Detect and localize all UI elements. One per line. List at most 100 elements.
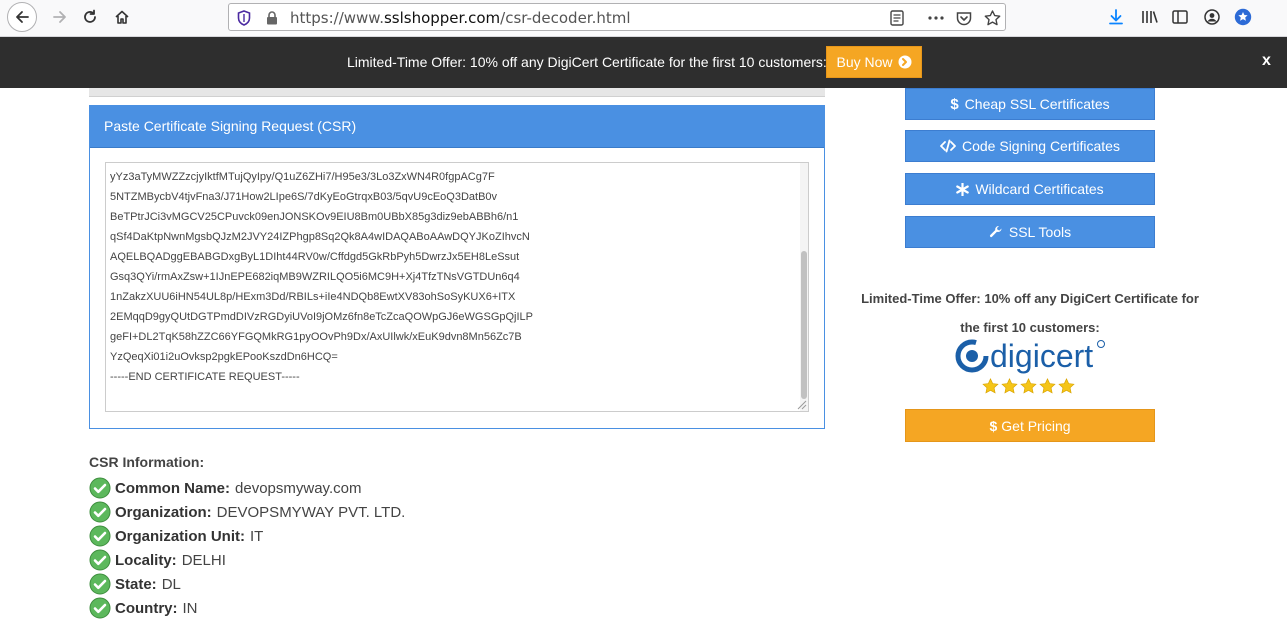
check-circle-icon [89,525,111,547]
csr-info-row: State: DL [89,572,181,596]
browser-toolbar: https://www.sslshopper.com/csr-decoder.h… [0,0,1287,37]
csr-info-row: Organization: DEVOPSMYWAY PVT. LTD. [89,500,405,524]
csr-text-lines: yYz3aTyMWZZzcjyIktfMTujQyIpy/Q1uZ6ZHi7/H… [110,169,533,389]
promo-close-button[interactable]: x [1262,52,1271,70]
url-prefix: https://www. [290,9,384,27]
arrow-right-icon [53,11,66,23]
reload-icon [84,9,96,23]
account-icon [1204,9,1220,25]
library-button[interactable] [1136,4,1164,30]
csr-info-value: devopsmyway.com [235,479,362,497]
digicert-logo[interactable]: digicert [954,336,1114,376]
downloads-button[interactable] [1102,4,1130,30]
lock-icon[interactable] [263,9,281,27]
csr-line: 2EMqqD9gyQUtDGTPmdDIVzRGDyiUVoI9jOMz6fn8… [110,311,534,323]
dollar-icon: $ [989,417,998,434]
sidebar-button[interactable]: $ Cheap SSL Certificates [905,88,1155,120]
check-circle-icon [89,549,111,571]
csr-info-value: DL [161,575,181,593]
csr-info-value: DEVOPSMYWAY PVT. LTD. [216,503,406,521]
wrench-icon [989,225,1003,239]
buy-now-label: Buy Now [836,54,893,70]
csr-info-row: Country: IN [89,596,198,620]
check-circle-icon [89,501,111,523]
url-bar[interactable]: https://www.sslshopper.com/csr-decoder.h… [228,3,1006,31]
tracking-protection-icon[interactable] [235,9,253,27]
promo-text: Limited-Time Offer: 10% off any DigiCert… [347,54,827,70]
sidebar-button-label: Cheap SSL Certificates [964,96,1110,112]
star-icon [1020,378,1037,394]
arrow-left-icon [16,11,29,23]
csr-info-value: IN [182,599,198,617]
promo-banner: Limited-Time Offer: 10% off any DigiCert… [0,37,1287,88]
sidebar-button-label: Wildcard Certificates [975,181,1104,197]
rating-stars [982,378,1075,395]
csr-info-key: Common Name: [115,479,231,497]
dollar-icon: $ [950,95,959,113]
sidebar-button-label: SSL Tools [1008,224,1072,240]
csr-panel: Paste Certificate Signing Request (CSR) … [89,105,825,429]
csr-line: geFI+DL2TqK58hZZC66YFGQMkRG1pyOOvPh9Dx/A… [110,331,522,343]
csr-info-value: DELHI [181,551,226,569]
get-pricing-label: Get Pricing [1001,417,1071,434]
csr-line: yYz3aTyMWZZzcjyIktfMTujQyIpy/Q1uZ6ZHi7/H… [110,171,495,183]
csr-panel-title: Paste Certificate Signing Request (CSR) [90,106,824,148]
back-button[interactable] [7,2,37,32]
home-icon [115,10,129,24]
star-icon [1039,378,1056,394]
check-circle-icon [89,573,111,595]
sidebar-button[interactable]: SSL Tools [905,216,1155,248]
csr-info-value: IT [250,527,264,545]
csr-info-key: Country: [115,599,178,617]
star-icon [1058,378,1075,394]
account-button[interactable] [1198,4,1226,30]
csr-line: YzQeqXi01i2uOvksp2pgkEPooKszdDn6HCQ= [110,351,338,363]
sidebar-button[interactable]: Code Signing Certificates [905,130,1155,162]
csr-info-key: State: [115,575,157,593]
csr-info-key: Organization: [115,503,212,521]
url-path: /csr-decoder.html [500,9,631,27]
reload-button[interactable] [76,4,104,30]
url-text[interactable]: https://www.sslshopper.com/csr-decoder.h… [290,9,631,27]
extension-button[interactable] [1229,4,1257,30]
sidebar-toggle-button[interactable] [1166,4,1194,30]
csr-info-key: Locality: [115,551,177,569]
star-icon [982,378,999,394]
sidebar-icon [1172,10,1188,24]
csr-line: 5NTZMBycbV4tjvFna3/J71How2LIpe6S/7dKyEoG… [110,191,498,203]
csr-scrollbar-thumb[interactable] [801,251,807,399]
arrow-circle-right-icon [898,55,912,69]
csr-line: Gsq3QYi/rmAxZsw+1IJnEPE682iqMB9WZRILQO5i… [110,271,520,283]
csr-line: 1nZakzXUU6iHN54UL8p/HExm3Dd/RBILs+iIe4ND… [110,291,516,303]
csr-line: -----END CERTIFICATE REQUEST----- [110,371,300,383]
forward-button[interactable] [46,4,74,30]
csr-line: BeTPtrJCi3vMGCV25CPuvck09enJONSKOv9EIU8B… [110,211,519,223]
page-actions-icon[interactable] [927,9,945,27]
star-icon [1001,378,1018,394]
check-circle-icon [89,597,111,619]
reader-view-icon[interactable] [888,9,906,27]
asterisk-icon [956,182,970,196]
resize-grip-icon[interactable] [795,398,807,410]
code-icon [940,139,956,153]
csr-info-key: Organization Unit: [115,527,245,545]
extension-star-icon [1234,8,1252,26]
csr-info-row: Locality: DELHI [89,548,226,572]
check-circle-icon [89,477,111,499]
home-button[interactable] [108,4,136,30]
sidebar-button-label: Code Signing Certificates [962,138,1120,154]
url-domain: sslshopper.com [383,9,501,27]
get-pricing-button[interactable]: $ Get Pricing [905,409,1155,442]
bookmark-star-icon[interactable] [983,9,1001,27]
download-icon [1109,9,1123,25]
sidebar-button[interactable]: Wildcard Certificates [905,173,1155,205]
sidebar-offer-text: Limited-Time Offer: 10% off any DigiCert… [850,284,1210,342]
digicert-wordmark: digicert [990,338,1093,374]
buy-now-button[interactable]: Buy Now [826,46,922,78]
library-icon [1142,11,1158,23]
csr-line: AQELBQADggEBABGDxgByL1DIht44RV0w/Cffdgd5… [110,251,520,263]
csr-textarea[interactable]: yYz3aTyMWZZzcjyIktfMTujQyIpy/Q1uZ6ZHi7/H… [105,162,809,412]
csr-line: qSf4DaKtpNwnMgsbQJzM2JVY24IZPhgp8Sq2Qk8A… [110,231,530,243]
csr-info-row: Common Name: devopsmyway.com [89,476,361,500]
pocket-icon[interactable] [955,9,973,27]
